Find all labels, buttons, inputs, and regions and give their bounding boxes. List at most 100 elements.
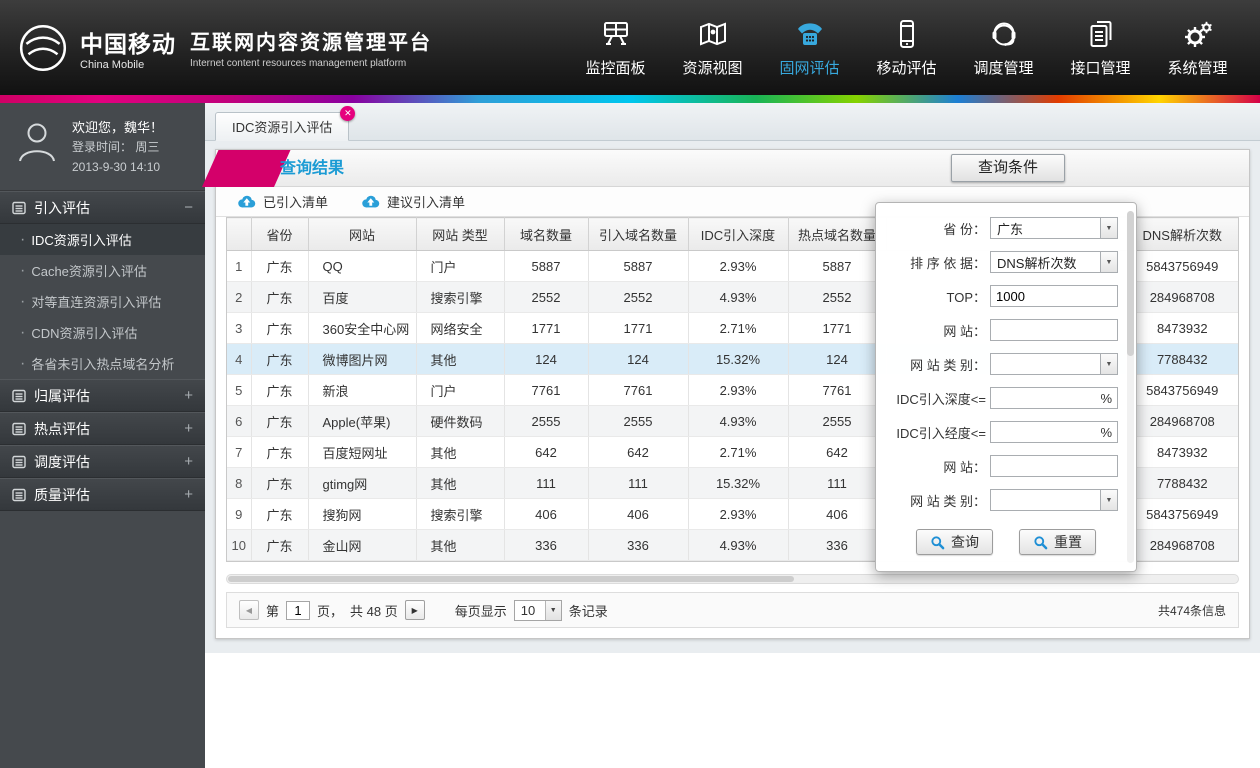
col-domain-count[interactable]: 域名数量: [504, 217, 589, 251]
expand-icon: +: [184, 453, 193, 471]
prev-page-button[interactable]: ◀: [239, 600, 259, 620]
nav-item-resource-view[interactable]: 资源视图: [664, 18, 761, 78]
section-label: 调度评估: [34, 453, 90, 470]
page-number-input[interactable]: [286, 600, 311, 620]
tab-page: 查询结果 查询条件 已引入清单 建议引入清单 省份 网站 网站 类型 域名数量 …: [202, 141, 1260, 653]
reset-button[interactable]: 重置: [1019, 529, 1096, 555]
website-input-wrap: [990, 455, 1118, 477]
sidebar-item-cache-eval[interactable]: · Cache资源引入评估: [0, 255, 205, 286]
list-icon: [12, 422, 26, 436]
per-page-suffix: 条记录: [568, 603, 608, 619]
bullet-icon: ·: [20, 292, 26, 310]
main-area: IDC资源引入评估 ✕ 查询结果 查询条件 已引入清单 建议引入清单 省份 网站…: [202, 103, 1260, 768]
page-label-pre: 第: [266, 603, 280, 619]
idc-depth-input[interactable]: [991, 388, 1096, 408]
scrollbar-thumb[interactable]: [1127, 211, 1134, 356]
bullet-icon: ·: [20, 323, 26, 341]
dashboard-icon: [599, 18, 633, 50]
idc-depth-input-wrap: %: [990, 387, 1118, 409]
sidebar-item-hot-domain-analysis[interactable]: · 各省未引入热点域名分析: [0, 348, 205, 379]
field-label: 省 份：: [943, 221, 986, 237]
sidebar-section-hotspot-eval[interactable]: 热点评估 +: [0, 412, 205, 446]
sidebar-section-intro-eval[interactable]: 引入评估 −: [0, 191, 205, 225]
top-input[interactable]: [991, 286, 1117, 306]
list-icon: [12, 201, 26, 215]
col-website[interactable]: 网站: [308, 217, 417, 251]
col-province[interactable]: 省份: [251, 217, 309, 251]
section-label: 引入评估: [34, 199, 90, 216]
gears-icon: [1181, 18, 1215, 50]
cloud-upload-icon: [362, 195, 380, 208]
col-idc-depth[interactable]: IDC引入深度: [688, 217, 789, 251]
close-icon[interactable]: ✕: [340, 106, 356, 121]
welcome-text: 欢迎您，魏华！: [72, 120, 164, 135]
scrollbar-thumb[interactable]: [228, 576, 795, 582]
desk-phone-icon: [793, 18, 827, 50]
query-field-row: 网 站 类 别： ▼: [876, 489, 1136, 511]
login-time-value: 2013-9-30 14:10: [72, 160, 161, 175]
nav-item-fixed-network-eval[interactable]: 固网评估: [761, 18, 858, 78]
query-field-row: TOP：: [876, 285, 1136, 307]
website-input-wrap: [990, 319, 1118, 341]
col-hot-domain-count[interactable]: 热点域名数量: [788, 217, 887, 251]
website-input-1[interactable]: [991, 320, 1117, 340]
tab-bar: IDC资源引入评估 ✕: [205, 103, 1260, 141]
query-conditions-button[interactable]: 查询条件: [950, 154, 1065, 182]
col-dns-count[interactable]: DNS解析次数: [1126, 217, 1238, 251]
sidebar-section-dispatch-eval[interactable]: 调度评估 +: [0, 445, 205, 479]
next-page-button[interactable]: ▶: [404, 600, 425, 620]
sidebar-item-cdn-eval[interactable]: · CDN资源引入评估: [0, 317, 205, 348]
query-field-row: IDC引入深度<= %: [876, 387, 1136, 409]
brand-name-en: China Mobile: [80, 58, 145, 71]
expand-icon: +: [184, 420, 193, 438]
nav-item-interface-mgmt[interactable]: 接口管理: [1052, 18, 1149, 78]
sidebar-section-quality-eval[interactable]: 质量评估 +: [0, 478, 205, 512]
search-icon: [931, 535, 945, 549]
total-pages-label: 共 48 页: [350, 603, 398, 619]
list-icon: [12, 455, 26, 469]
nav-item-system-mgmt[interactable]: 系统管理: [1149, 18, 1246, 78]
col-website-type[interactable]: 网站 类型: [416, 217, 505, 251]
section-label: 热点评估: [34, 420, 90, 437]
suggested-list-button[interactable]: 建议引入清单: [352, 189, 473, 214]
sidebar-item-idc-eval[interactable]: · IDC资源引入评估: [0, 224, 205, 256]
brand: 中国移动 China Mobile 互联网内容资源管理平台 Internet c…: [0, 21, 432, 75]
nav-item-mobile-eval[interactable]: 移动评估: [858, 18, 955, 78]
bullet-icon: ·: [20, 261, 26, 279]
user-info: 欢迎您，魏华！ 登录时间： 周三 2013-9-30 14:10: [0, 103, 205, 192]
map-icon: [696, 18, 730, 50]
province-select[interactable]: 广东 ▼: [990, 217, 1118, 239]
sidebar-item-peering-eval[interactable]: · 对等直连资源引入评估: [0, 286, 205, 317]
chevron-down-icon: ▼: [1100, 354, 1117, 374]
col-imported-domain-count[interactable]: 引入域名数量: [588, 217, 689, 251]
website-type-select-2[interactable]: ▼: [990, 489, 1118, 511]
nav-item-dispatch-mgmt[interactable]: 调度管理: [955, 18, 1052, 78]
brand-text: 中国移动 China Mobile: [80, 25, 176, 71]
query-field-row: 网 站：: [876, 319, 1136, 341]
mobile-phone-icon: [890, 18, 924, 50]
website-input-2[interactable]: [991, 456, 1117, 476]
chevron-down-icon: ▼: [1100, 252, 1117, 272]
china-mobile-logo-icon: [16, 21, 70, 75]
bullet-icon: ·: [20, 354, 26, 372]
documents-icon: [1084, 18, 1118, 50]
sidebar-section-ownership-eval[interactable]: 归属评估 +: [0, 379, 205, 413]
imported-list-button[interactable]: 已引入清单: [228, 189, 336, 214]
login-time-label: 登录时间： 周三: [72, 140, 160, 155]
tab-idc-eval[interactable]: IDC资源引入评估 ✕: [215, 106, 356, 141]
brand-name-cn: 中国移动: [80, 30, 176, 57]
website-type-select-1[interactable]: ▼: [990, 353, 1118, 375]
search-button[interactable]: 查询: [916, 529, 993, 555]
idc-breadth-input-wrap: %: [990, 421, 1118, 443]
collapse-icon: −: [184, 199, 193, 217]
sidebar: 欢迎您，魏华！ 登录时间： 周三 2013-9-30 14:10 引入评估 − …: [0, 103, 205, 768]
horizontal-scrollbar: [226, 574, 1239, 584]
page-label-post: 页，: [317, 603, 344, 619]
per-page-select[interactable]: 10 ▼: [513, 599, 562, 621]
nav-item-monitor-dashboard[interactable]: 监控面板: [567, 18, 664, 78]
idc-breadth-input[interactable]: [991, 422, 1096, 442]
query-conditions-popup: 省 份： 广东 ▼ 排 序 依 据： DNS解析次数 ▼ TOP： 1000 网…: [875, 202, 1137, 572]
panel-header: 查询结果 查询条件: [202, 150, 1249, 187]
field-label: TOP：: [946, 289, 987, 305]
sort-by-select[interactable]: DNS解析次数 ▼: [990, 251, 1118, 273]
